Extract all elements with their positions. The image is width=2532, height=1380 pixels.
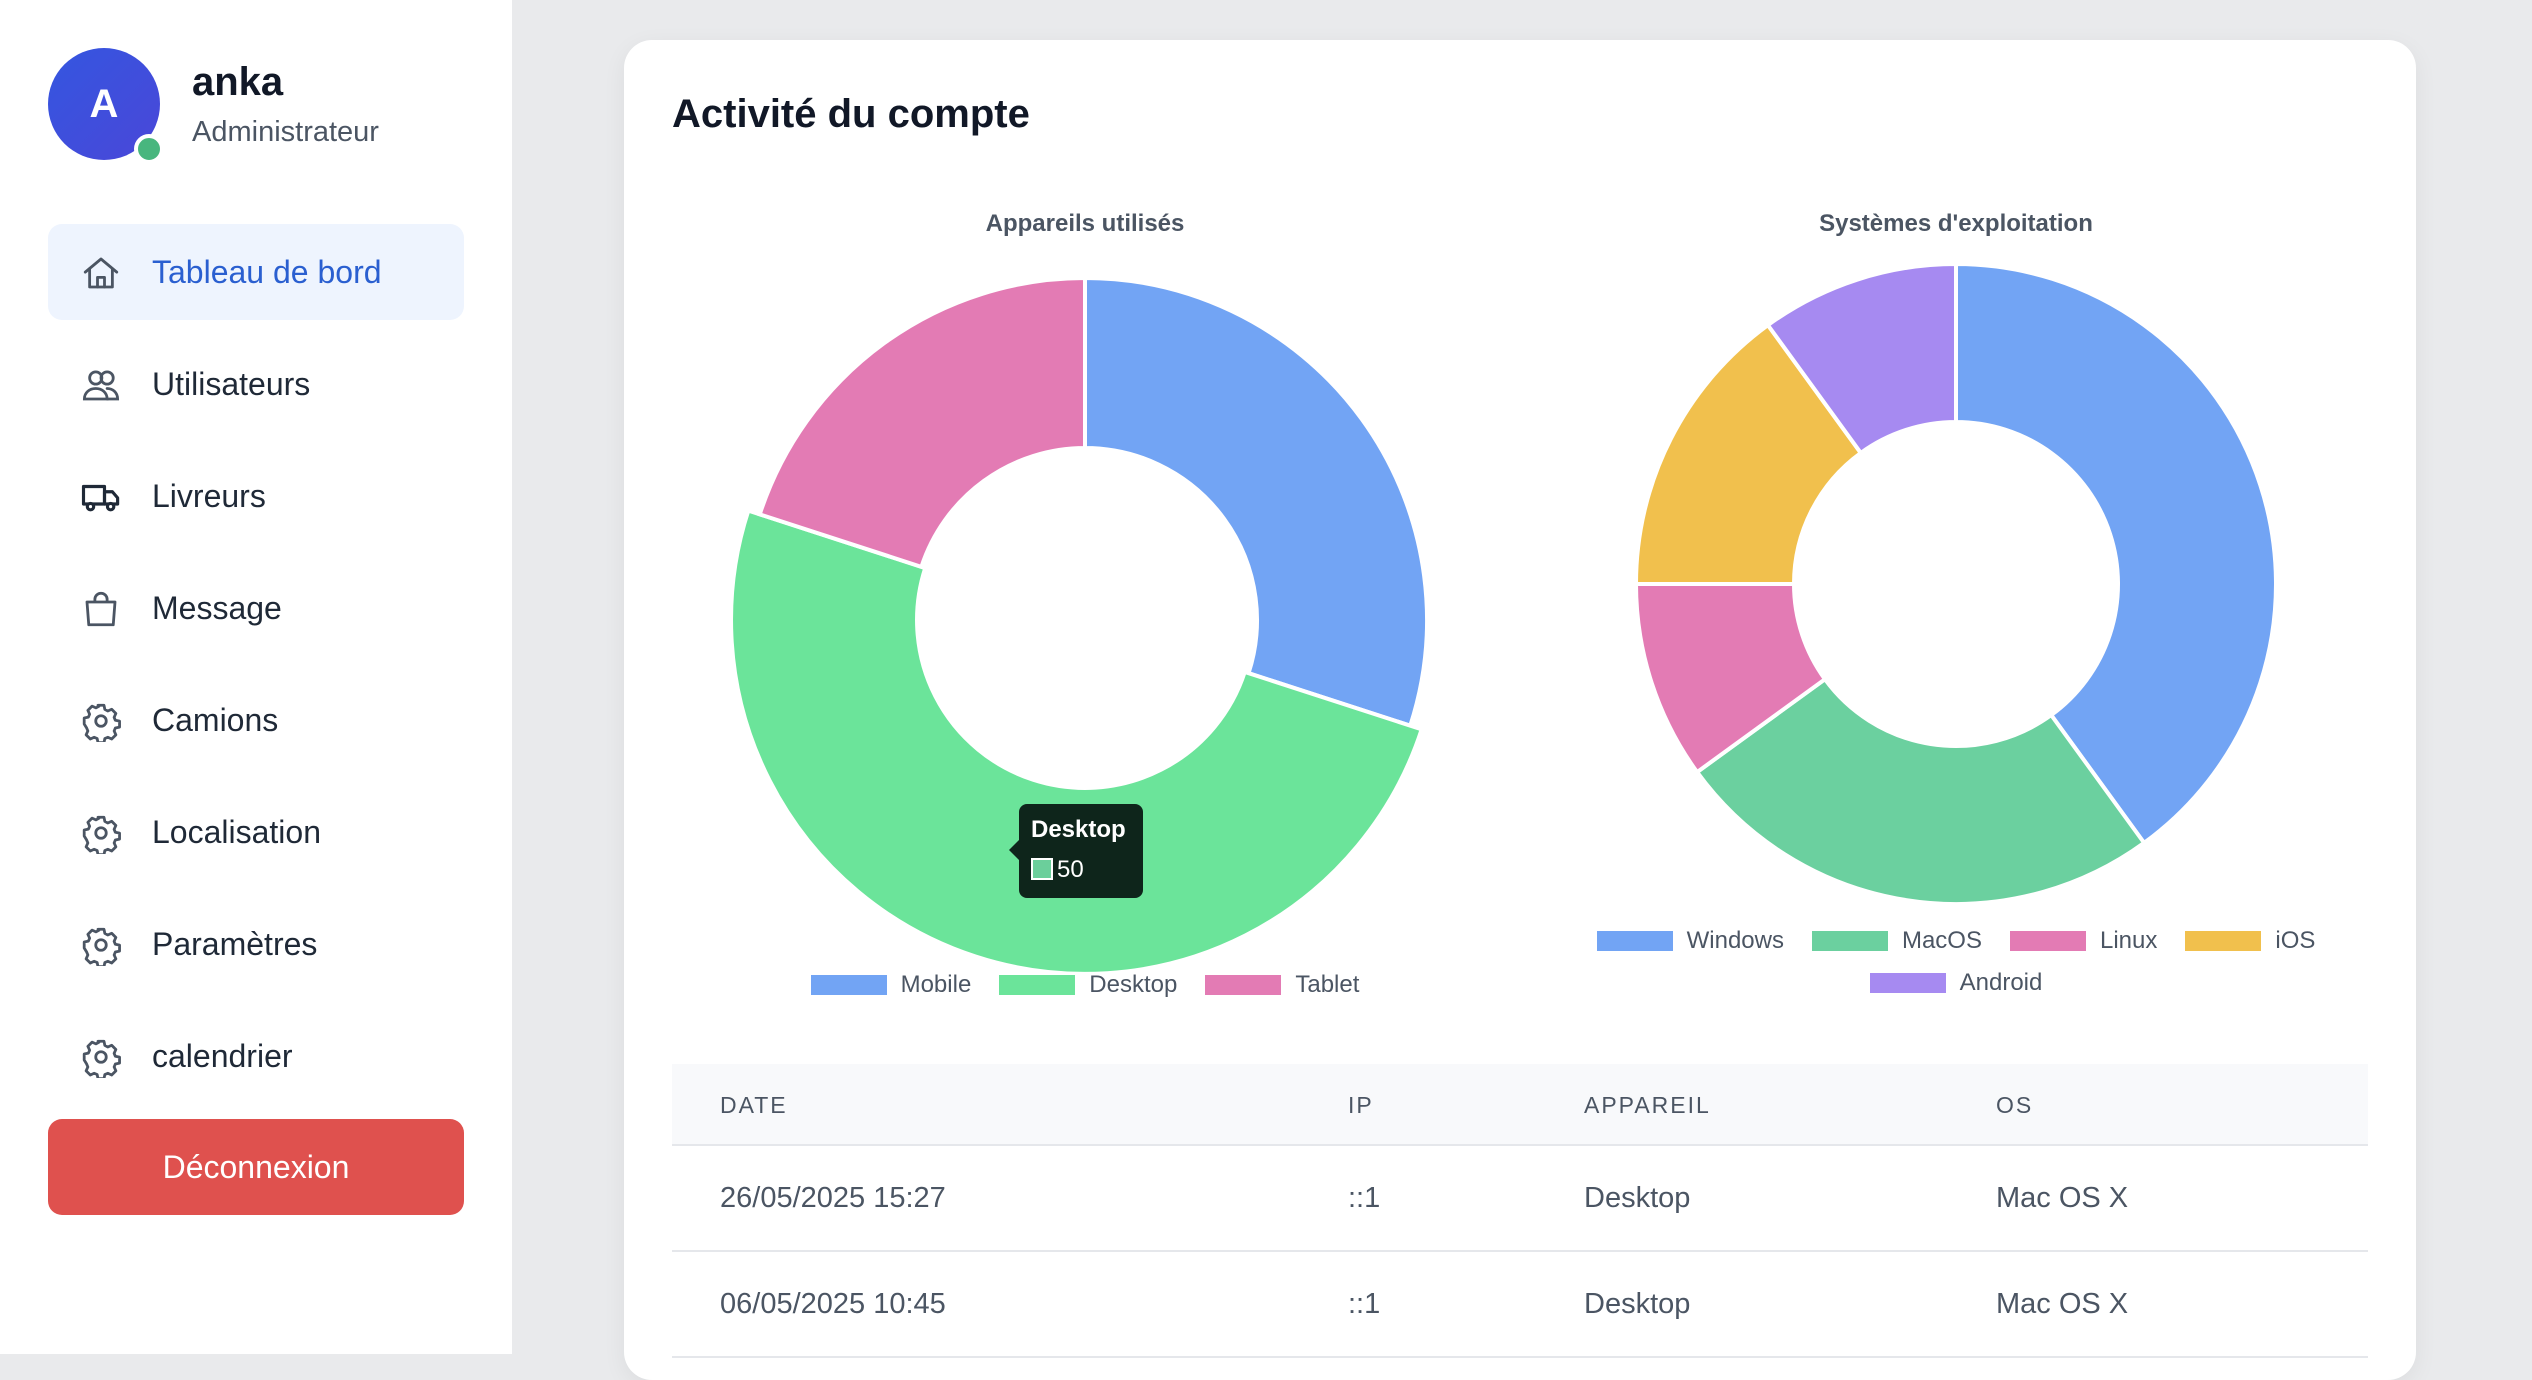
legend-label: Android — [1959, 969, 2043, 996]
online-status-indicator — [134, 134, 164, 164]
legend-item-linux[interactable]: Linux — [2009, 927, 2158, 955]
gear-icon — [80, 812, 122, 857]
legend-swatch — [2009, 931, 2086, 951]
cell-device: Desktop — [1584, 1288, 1691, 1320]
sidebar-item-users[interactable]: Utilisateurs — [48, 336, 464, 432]
home-icon — [80, 252, 122, 294]
avatar-initial: A — [89, 81, 119, 126]
truck-icon — [80, 476, 122, 518]
cell-date: 26/05/2025 15:27 — [720, 1182, 946, 1214]
table-row: 26/05/2025 15:27 ::1 Desktop Mac OS X — [672, 1146, 2368, 1252]
sidebar-item-label: Paramètres — [152, 925, 318, 962]
activity-table: DATE IP APPAREIL OS 26/05/2025 15:27 ::1… — [672, 1064, 2368, 1358]
column-header-os: OS — [1996, 1092, 2034, 1118]
cell-date: 06/05/2025 10:45 — [720, 1288, 946, 1320]
page-title: Activité du compte — [672, 92, 1030, 136]
logout-button[interactable]: Déconnexion — [48, 1119, 464, 1215]
legend-swatch — [2185, 931, 2262, 951]
sidebar-item-label: Livreurs — [152, 477, 266, 514]
gear-icon — [80, 924, 122, 969]
cell-os: Mac OS X — [1996, 1182, 2129, 1214]
os-donut-chart[interactable] — [1616, 244, 2296, 924]
cell-ip: ::1 — [1348, 1182, 1381, 1214]
cell-device: Desktop — [1584, 1182, 1691, 1214]
sidebar-item-dashboard[interactable]: Tableau de bord — [48, 224, 464, 320]
legend-item-ios[interactable]: iOS — [2185, 927, 2315, 955]
cell-os: Mac OS X — [1996, 1288, 2129, 1320]
chart-tooltip: Desktop 50 — [1009, 804, 1143, 898]
legend-swatch — [1596, 931, 1673, 951]
sidebar-item-label: Localisation — [152, 813, 321, 850]
donut-slice-mobile[interactable] — [1083, 275, 1429, 729]
tooltip-value: 50 — [1057, 856, 1084, 883]
cell-ip: ::1 — [1348, 1288, 1381, 1320]
legend-swatch — [810, 975, 887, 995]
chart-title-devices: Appareils utilisés — [985, 210, 1185, 237]
column-header-ip: IP — [1348, 1092, 1374, 1118]
legend-item-android[interactable]: Android — [1869, 969, 2043, 997]
sidebar-item-location[interactable]: Localisation — [48, 784, 464, 880]
user-name: anka — [192, 60, 284, 104]
sidebar-item-label: Tableau de bord — [152, 253, 382, 290]
gear-icon — [80, 700, 122, 745]
user-profile: A anka Administrateur — [48, 48, 488, 164]
tooltip-arrow — [1009, 840, 1019, 860]
sidebar-item-message[interactable]: Message — [48, 560, 464, 656]
devices-chart-legend: Mobile Desktop Tablet — [675, 971, 1495, 999]
account-activity-card: Activité du compte Appareils utilisés Mo… — [624, 40, 2416, 1380]
legend-swatch — [1811, 931, 1888, 951]
sidebar-item-label: calendrier — [152, 1037, 293, 1074]
tooltip-label: Desktop — [1031, 816, 1126, 843]
column-header-device: APPAREIL — [1584, 1092, 1711, 1118]
sidebar-item-label: Utilisateurs — [152, 365, 311, 402]
table-row: 06/05/2025 10:45 ::1 Desktop Mac OS X — [672, 1252, 2368, 1358]
bag-icon — [80, 588, 122, 630]
legend-label: MacOS — [1901, 927, 1982, 954]
legend-swatch — [999, 975, 1076, 995]
users-icon — [80, 364, 122, 406]
table-header: DATE IP APPAREIL OS — [672, 1064, 2368, 1146]
tooltip-color-swatch — [1031, 858, 1053, 880]
legend-swatch — [1205, 975, 1282, 995]
sidebar: A anka Administrateur Tableau de bord Ut… — [0, 0, 512, 1354]
sidebar-item-delivery[interactable]: Livreurs — [48, 448, 464, 544]
sidebar-item-calendar[interactable]: calendrier — [48, 1008, 464, 1104]
legend-label: Mobile — [900, 971, 972, 998]
sidebar-item-label: Message — [152, 589, 282, 626]
legend-item-desktop[interactable]: Desktop — [999, 971, 1177, 999]
sidebar-item-settings[interactable]: Paramètres — [48, 896, 464, 992]
legend-label: Desktop — [1089, 971, 1178, 998]
column-header-date: DATE — [720, 1092, 788, 1118]
os-chart-legend: Windows MacOS Linux iOS Android — [1546, 927, 2366, 997]
legend-label: Windows — [1686, 927, 1784, 954]
legend-item-macos[interactable]: MacOS — [1811, 927, 1982, 955]
legend-item-windows[interactable]: Windows — [1596, 927, 1784, 955]
chart-title-os: Systèmes d'exploitation — [1819, 210, 2093, 237]
legend-swatch — [1869, 973, 1946, 993]
legend-label: Linux — [2099, 927, 2158, 954]
sidebar-item-label: Camions — [152, 701, 279, 738]
legend-label: Tablet — [1295, 971, 1360, 998]
gear-icon — [80, 1036, 122, 1081]
legend-item-tablet[interactable]: Tablet — [1205, 971, 1359, 999]
sidebar-item-trucks[interactable]: Camions — [48, 672, 464, 768]
legend-item-mobile[interactable]: Mobile — [810, 971, 972, 999]
legend-label: iOS — [2275, 927, 2316, 954]
donut-slice-tablet[interactable] — [757, 275, 1087, 570]
sidebar-nav: Tableau de bord Utilisateurs Livreurs Me… — [48, 224, 464, 1120]
user-role: Administrateur — [192, 116, 379, 148]
